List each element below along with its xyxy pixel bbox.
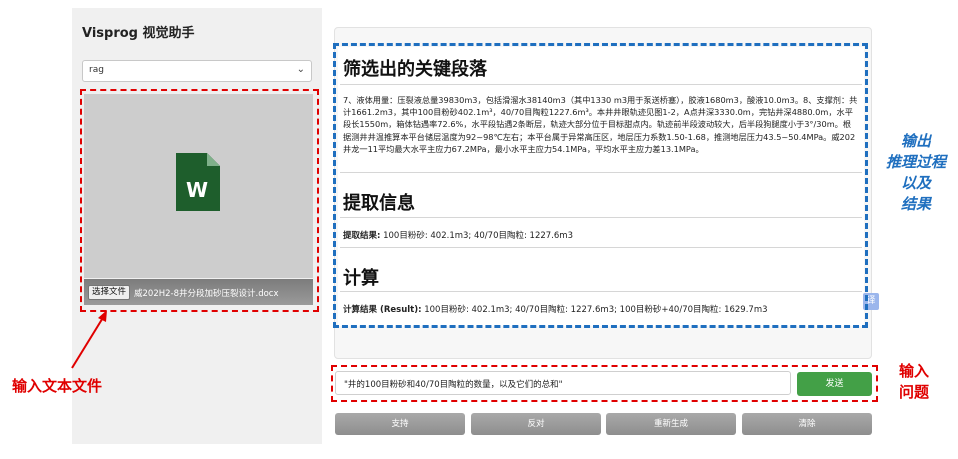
annotation-output-line: 输出 (900, 132, 931, 150)
annotation-output-line: 以及 (900, 174, 931, 192)
annotation-question-line: 输入 (899, 362, 930, 380)
annotation-question-line: 问题 (899, 383, 930, 401)
annotation-input-question: 输入 问题 (899, 361, 929, 403)
annotation-input-file: 输入文本文件 (12, 377, 103, 395)
annotation-output-line: 结果 (900, 195, 931, 213)
annotation-arrow (71, 310, 107, 369)
annotation-output: 输出 推理过程 以及 结果 (876, 131, 956, 215)
annotation-output-line: 推理过程 (885, 153, 946, 171)
